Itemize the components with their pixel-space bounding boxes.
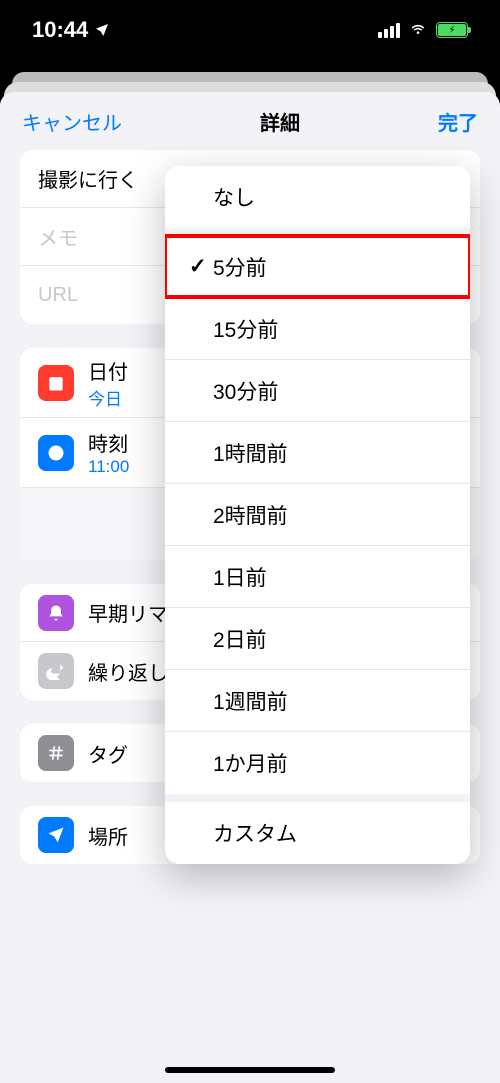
reminder-time-popover: なし ✓5分前 15分前 30分前 1時間前 2時間前 1日前 2日前 1週間前 1か月前 カス… — [165, 166, 470, 864]
popover-option-label: 2時間前 — [213, 500, 288, 530]
popover-option-none[interactable]: なし — [165, 166, 470, 228]
popover-option-label: なし — [213, 182, 255, 212]
home-indicator[interactable] — [165, 1067, 335, 1073]
popover-option[interactable]: 1時間前 — [165, 422, 470, 484]
popover-option[interactable]: 1日前 — [165, 546, 470, 608]
cellular-signal-icon — [378, 23, 400, 38]
popover-option[interactable]: 30分前 — [165, 360, 470, 422]
popover-option-label: 1か月前 — [213, 748, 288, 778]
clock-icon — [38, 435, 74, 471]
calendar-icon — [38, 365, 74, 401]
popover-option-label: 15分前 — [213, 314, 278, 344]
location-icon — [38, 817, 74, 853]
nav-bar: キャンセル 詳細 完了 — [0, 92, 500, 150]
checkmark-icon: ✓ — [189, 254, 213, 279]
popover-option[interactable]: 2日前 — [165, 608, 470, 670]
modal-sheet: キャンセル 詳細 完了 撮影に行く メモ URL 日付今日 時刻11:00 — [0, 92, 500, 1083]
wifi-icon — [408, 22, 428, 38]
bell-icon — [38, 595, 74, 631]
status-bar: 10:44 ⚡︎ — [0, 0, 500, 60]
popover-option-label: 2日前 — [213, 624, 267, 654]
cancel-button[interactable]: キャンセル — [22, 107, 122, 136]
popover-option-label: 1日前 — [213, 562, 267, 592]
date-value: 今日 — [88, 385, 128, 410]
popover-option[interactable]: 2時間前 — [165, 484, 470, 546]
popover-option[interactable]: 1週間前 — [165, 670, 470, 732]
popover-option-custom[interactable]: カスタム — [165, 802, 470, 864]
battery-icon: ⚡︎ — [436, 22, 468, 38]
popover-option[interactable]: 15分前 — [165, 298, 470, 360]
popover-option[interactable]: 1か月前 — [165, 732, 470, 794]
nav-title: 詳細 — [260, 107, 300, 136]
time-label: 時刻 — [88, 428, 129, 457]
status-time: 10:44 — [32, 17, 88, 43]
hash-icon — [38, 735, 74, 771]
popover-option-label: 1週間前 — [213, 686, 288, 716]
repeat-icon — [38, 653, 74, 689]
popover-option-label: 30分前 — [213, 376, 278, 406]
popover-option-label: 5分前 — [213, 252, 267, 282]
popover-option[interactable]: ✓5分前 — [165, 236, 470, 298]
date-label: 日付 — [88, 356, 128, 385]
popover-option-label: 1時間前 — [213, 438, 288, 468]
popover-option-label: カスタム — [213, 818, 297, 848]
time-value: 11:00 — [88, 457, 129, 477]
location-arrow-icon — [94, 22, 110, 38]
done-button[interactable]: 完了 — [438, 107, 478, 136]
